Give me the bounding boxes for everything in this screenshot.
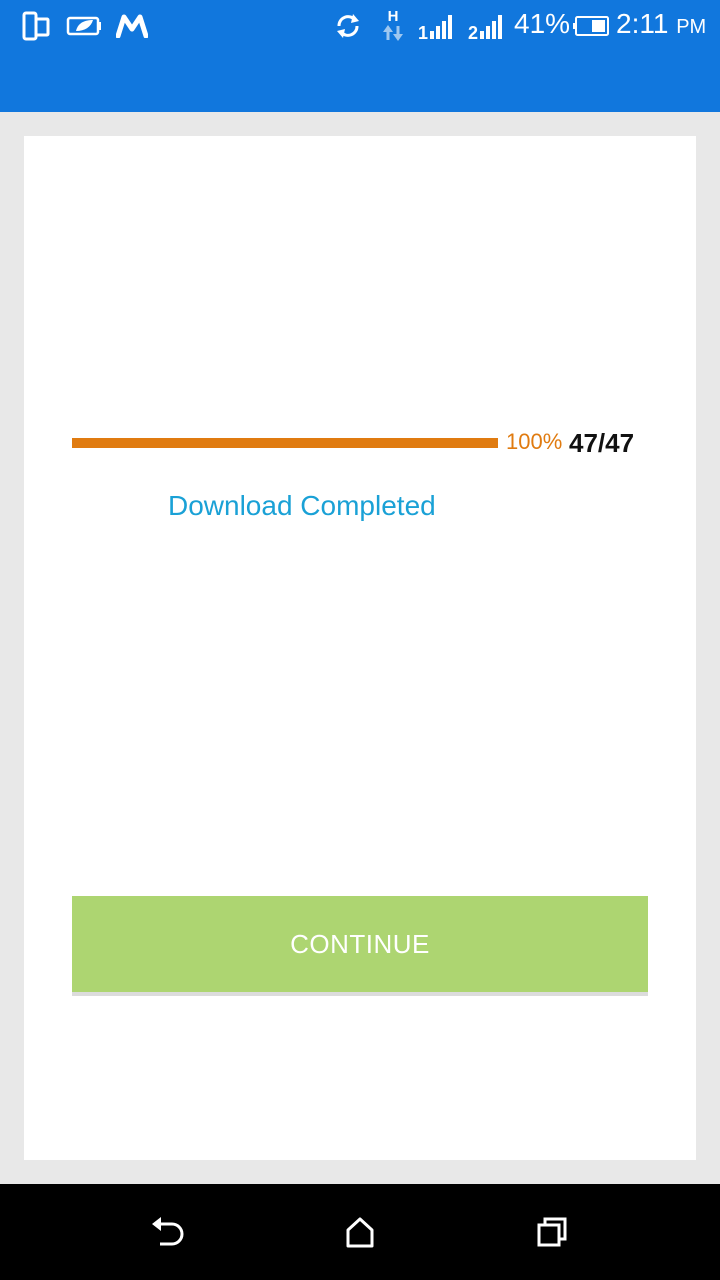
download-status-message: Download Completed bbox=[168, 490, 436, 521]
progress-percent: 100% bbox=[506, 429, 563, 454]
download-progress-bar bbox=[72, 438, 498, 448]
home-icon[interactable] bbox=[340, 1212, 380, 1252]
phone-dual-icon bbox=[22, 10, 50, 42]
data-type-label: H bbox=[388, 8, 399, 25]
recent-apps-icon[interactable] bbox=[532, 1212, 572, 1252]
status-bar: H 1 2 41% 2:11 PM bbox=[0, 0, 720, 112]
status-row: H 1 2 41% 2:11 PM bbox=[0, 0, 720, 52]
back-icon[interactable] bbox=[148, 1212, 188, 1252]
continue-button[interactable]: CONTINUE bbox=[72, 896, 648, 992]
navigation-bar bbox=[0, 1184, 720, 1280]
m-app-icon bbox=[116, 10, 148, 42]
clock: 2:11 PM bbox=[616, 8, 706, 40]
battery-percent: 41% bbox=[514, 8, 571, 39]
battery-saver-icon bbox=[66, 10, 102, 42]
sim1-label: 1 bbox=[418, 23, 428, 41]
h-data-icon: H bbox=[380, 6, 406, 44]
sim1-signal-icon: 1 bbox=[416, 10, 458, 42]
sim2-label: 2 bbox=[468, 23, 478, 41]
clock-time: 2:11 bbox=[616, 8, 669, 39]
download-card: 100% 47/47 Download Completed CONTINUE bbox=[24, 136, 696, 1160]
sync-icon bbox=[332, 10, 364, 42]
sim2-signal-icon: 2 bbox=[466, 10, 508, 42]
download-progress-fill bbox=[72, 438, 498, 448]
screen: H 1 2 41% 2:11 PM 100% 47/47 Download Co… bbox=[0, 0, 720, 1280]
battery-icon bbox=[572, 10, 610, 42]
clock-suffix: PM bbox=[676, 16, 707, 38]
progress-count: 47/47 bbox=[569, 428, 635, 458]
